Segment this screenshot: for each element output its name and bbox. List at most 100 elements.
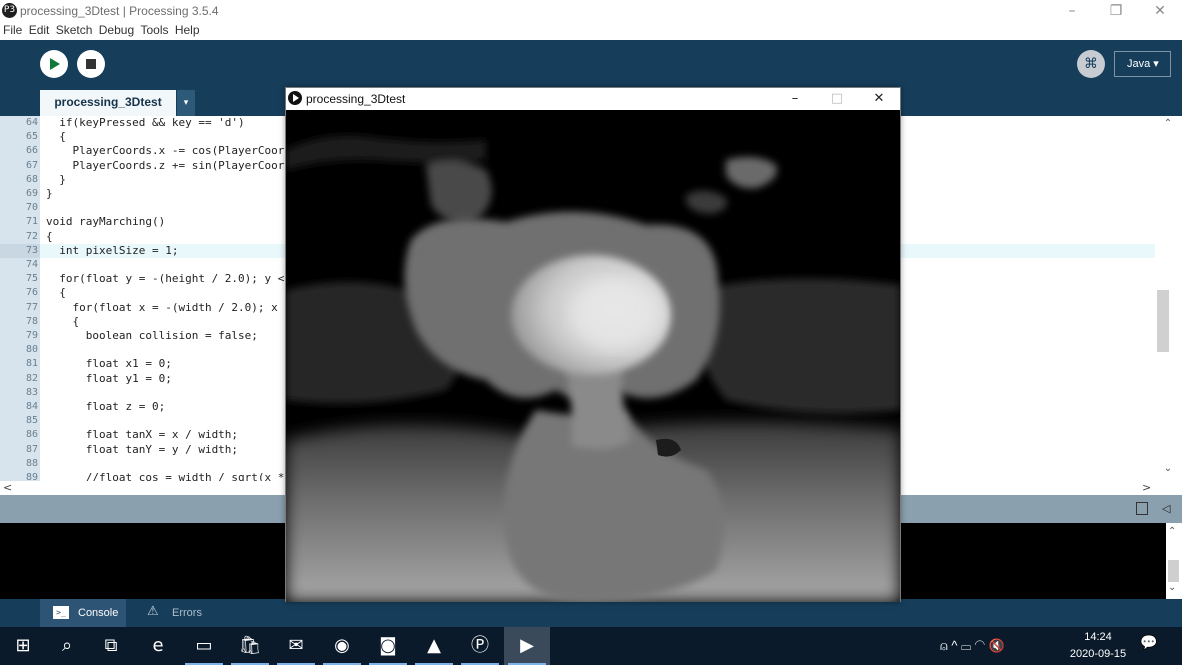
- menu-debug[interactable]: Debug: [99, 22, 134, 39]
- clock-date[interactable]: 2020-09-15: [1064, 648, 1132, 660]
- line-number: 78: [25, 315, 38, 327]
- line-number: 85: [25, 415, 38, 427]
- sketch-run-icon-glyph: ▶: [520, 635, 534, 656]
- line-number: 83: [25, 386, 38, 398]
- code-line[interactable]: float y1 = 0;: [46, 372, 172, 385]
- code-line[interactable]: //float cos = width / sqrt(x *: [46, 471, 285, 481]
- start-icon[interactable]: ⊞: [0, 627, 46, 665]
- line-number: 75: [25, 273, 38, 285]
- run-button[interactable]: [40, 50, 68, 78]
- sketch-run-icon[interactable]: ▶: [504, 627, 550, 665]
- line-number: 88: [25, 457, 38, 469]
- store-icon[interactable]: 🛍: [227, 627, 273, 665]
- sketch-maximize-button[interactable]: □: [816, 88, 858, 110]
- code-line[interactable]: void rayMarching(): [46, 215, 165, 228]
- code-line[interactable]: {: [46, 230, 53, 243]
- code-line[interactable]: }: [46, 187, 53, 200]
- console-scroll-up-icon[interactable]: ⌃: [1168, 526, 1176, 537]
- console-scroll-down-icon[interactable]: ⌄: [1168, 582, 1176, 593]
- store-icon-glyph: 🛍: [238, 635, 262, 656]
- code-line[interactable]: float tanX = x / width;: [46, 428, 238, 441]
- menu-sketch[interactable]: Sketch: [56, 22, 93, 39]
- code-line[interactable]: for(float y = -(height / 2.0); y <: [46, 272, 284, 285]
- code-line[interactable]: PlayerCoords.x -= cos(PlayerCoor: [46, 144, 284, 157]
- line-number: 68: [25, 173, 38, 185]
- line-number: 74: [25, 259, 38, 270]
- line-number: 84: [25, 401, 38, 412]
- chrome-icon-glyph: ◉: [334, 635, 350, 656]
- code-line[interactable]: {: [46, 315, 79, 328]
- warning-icon: ⚠: [147, 604, 159, 619]
- line-number: 86: [25, 429, 38, 441]
- code-line[interactable]: float z = 0;: [46, 400, 165, 413]
- tab-console-label: Console: [78, 607, 119, 619]
- console-scroll-thumb[interactable]: [1168, 560, 1179, 582]
- photos-icon[interactable]: ▲: [411, 627, 457, 665]
- task-view-icon-glyph: ⧉: [104, 635, 118, 656]
- sketch-title: processing_3Dtest: [306, 92, 406, 106]
- code-line[interactable]: float tanY = y / width;: [46, 443, 238, 456]
- menu-file[interactable]: File: [3, 22, 22, 39]
- menu-help[interactable]: Help: [175, 22, 200, 39]
- system-tray[interactable]: ⍝ ^ ▭ ◠ 🔇: [940, 627, 1005, 665]
- notifications-icon[interactable]: 💬: [1140, 635, 1160, 653]
- tab-menu-button[interactable]: ▾: [177, 90, 195, 116]
- processing-icon[interactable]: Ⓟ: [457, 627, 503, 665]
- line-number: 76: [25, 287, 38, 299]
- stop-icon: [86, 59, 96, 69]
- tab-console[interactable]: >_ Console: [40, 599, 126, 627]
- scroll-down-icon[interactable]: ⌄: [1160, 463, 1176, 474]
- code-line[interactable]: }: [46, 173, 66, 186]
- mail-icon[interactable]: ✉: [273, 627, 319, 665]
- line-number: 69: [25, 188, 38, 199]
- task-view-icon[interactable]: ⧉: [88, 627, 134, 665]
- minimize-button[interactable]: –: [1050, 0, 1094, 22]
- line-number: 72: [25, 230, 38, 242]
- copy-icon[interactable]: [1136, 502, 1148, 515]
- file-explorer-icon-glyph: ▭: [195, 635, 213, 656]
- sketch-window[interactable]: processing_3Dtest – □ ✕: [285, 87, 901, 602]
- file-explorer-icon[interactable]: ▭: [181, 627, 227, 665]
- debugger-button[interactable]: ⌘: [1077, 50, 1105, 78]
- restore-button[interactable]: ❐: [1094, 0, 1138, 22]
- menubar: File Edit Sketch Debug Tools Help: [0, 22, 1182, 40]
- line-number: 89: [25, 472, 38, 481]
- stop-button[interactable]: [77, 50, 105, 78]
- toolbar: [0, 40, 1182, 90]
- code-line[interactable]: float x1 = 0;: [46, 357, 172, 370]
- scroll-thumb[interactable]: [1157, 290, 1169, 352]
- scroll-up-icon[interactable]: ⌃: [1160, 118, 1176, 129]
- search-icon[interactable]: ⌕: [44, 627, 90, 665]
- sketch-titlebar[interactable]: processing_3Dtest – □ ✕: [286, 88, 900, 110]
- line-number: 71: [25, 216, 38, 228]
- processing-icon-glyph: Ⓟ: [471, 635, 489, 656]
- menu-edit[interactable]: Edit: [29, 22, 50, 39]
- edge-icon[interactable]: e: [135, 627, 181, 665]
- scroll-right-icon[interactable]: >: [1142, 481, 1151, 494]
- code-line[interactable]: {: [46, 130, 66, 143]
- code-line[interactable]: boolean collision = false;: [46, 329, 258, 342]
- sketch-canvas[interactable]: [286, 110, 900, 602]
- collapse-console-icon[interactable]: ◁: [1162, 502, 1170, 515]
- discord-icon-glyph: ◙: [379, 635, 397, 656]
- code-line[interactable]: PlayerCoords.z += sin(PlayerCoor: [46, 159, 284, 172]
- sketch-minimize-button[interactable]: –: [774, 88, 816, 110]
- menu-tools[interactable]: Tools: [140, 22, 168, 39]
- code-line[interactable]: {: [46, 286, 66, 299]
- chrome-icon[interactable]: ◉: [319, 627, 365, 665]
- code-line[interactable]: for(float x = -(width / 2.0); x: [46, 301, 277, 314]
- close-button[interactable]: ✕: [1138, 0, 1182, 22]
- clock-time[interactable]: 14:24: [1076, 631, 1120, 643]
- tab-errors-label: Errors: [172, 607, 202, 619]
- mode-selector[interactable]: Java ▾: [1114, 51, 1171, 77]
- tab-errors[interactable]: ⚠ Errors: [140, 599, 220, 627]
- sketch-close-button[interactable]: ✕: [858, 88, 900, 110]
- edge-icon-glyph: e: [152, 635, 164, 656]
- code-line[interactable]: int pixelSize = 1;: [46, 244, 178, 257]
- discord-icon[interactable]: ◙: [365, 627, 411, 665]
- line-number: 65: [25, 131, 38, 143]
- scroll-left-icon[interactable]: <: [3, 481, 12, 494]
- tab-processing-3dtest[interactable]: processing_3Dtest: [40, 90, 176, 116]
- code-line[interactable]: if(keyPressed && key == 'd'): [46, 116, 244, 129]
- line-number: 87: [25, 443, 38, 455]
